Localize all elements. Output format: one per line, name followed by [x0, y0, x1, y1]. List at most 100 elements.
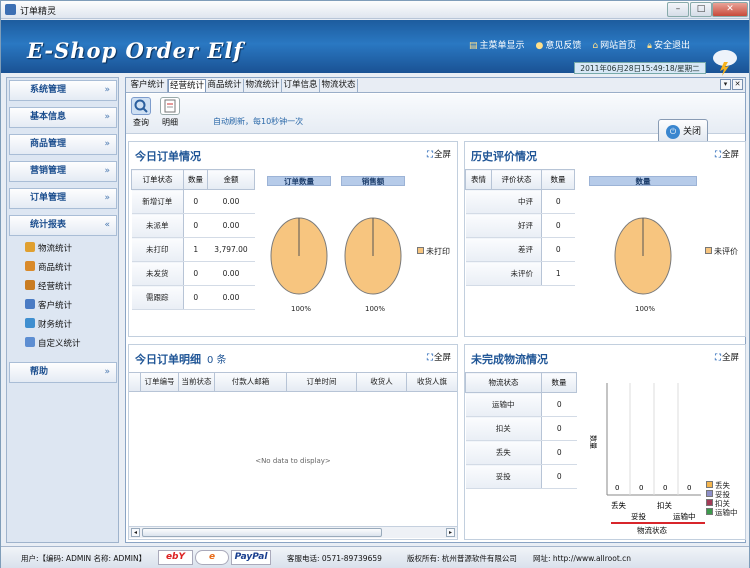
bar-value-label: 0 — [615, 484, 619, 492]
legend-swatch — [706, 499, 713, 506]
scroll-right-icon[interactable]: ▸ — [446, 528, 455, 537]
tab-business-stats[interactable]: 经营统计 — [168, 79, 206, 92]
column-header[interactable]: 收货人 — [357, 373, 407, 391]
chevron-up-icon: « — [104, 220, 110, 230]
column-header: 评价状态 — [491, 169, 542, 190]
table-row[interactable]: 扣关 0 — [465, 416, 577, 441]
sidebar-item-product-stats[interactable]: 商品统计 — [25, 261, 72, 275]
main-menu-link[interactable]: ▤ 主菜单显示 — [469, 38, 525, 51]
sidebar-item-customer-stats[interactable]: 客户统计 — [25, 299, 72, 313]
tab-product-stats[interactable]: 商品统计 — [206, 79, 244, 92]
sidebar-item-finance-stats[interactable]: 财务统计 — [25, 318, 72, 332]
sidebar-group-basic-info[interactable]: 基本信息» — [9, 107, 117, 128]
paypal-logo: PayPal — [231, 550, 271, 565]
tab-order-info[interactable]: 订单信息 — [282, 79, 320, 92]
column-header[interactable]: 订单时间 — [287, 373, 357, 391]
tab-logistics-stats[interactable]: 物流统计 — [244, 79, 282, 92]
column-header: 数量 — [541, 372, 577, 393]
column-header[interactable]: 收货人旗 — [407, 373, 457, 391]
magnifier-icon — [131, 97, 151, 115]
history-reviews-panel: 历史评价情况 ⛶全屏 表情 评价状态 数量 中评 0 好评 0 差评 0 未评价 1 数… — [464, 141, 746, 337]
sidebar-group-marketing[interactable]: 营销管理» — [9, 161, 117, 182]
status-bar: 用户:【编码: ADMIN 名称: ADMIN】 ebY e PayPal 客服… — [1, 546, 749, 568]
table-row[interactable]: 差评 0 — [465, 237, 575, 262]
table-row[interactable]: 运输中 0 — [465, 392, 577, 417]
legend-swatch — [706, 481, 713, 488]
minimize-button[interactable]: – — [667, 2, 689, 17]
legend-item: 扣关 — [706, 499, 738, 508]
header-banner: E-Shop Order Elf ▤ 主菜单显示 ● 意见反馈 ⌂ 网站首页 🔒︎ 安全… — [1, 20, 749, 76]
close-window-button[interactable]: ✕ — [712, 2, 748, 17]
chevron-down-icon: » — [104, 193, 110, 203]
datetime-display: 2011年06月28日15:49:18/星期二 — [574, 62, 706, 74]
scroll-thumb[interactable] — [142, 528, 382, 537]
table-row[interactable]: 需跟踪 0 0.00 — [131, 285, 255, 310]
lock-icon: 🔒︎ — [647, 41, 652, 51]
website-link[interactable]: 网址: http://www.allroot.cn — [533, 553, 631, 564]
legend-swatch — [706, 490, 713, 497]
support-phone: 客服电话: 0571-89739659 — [287, 554, 382, 563]
legend-item: 妥投 — [706, 490, 738, 499]
column-header: 金额 — [207, 169, 255, 190]
feedback-icon: ● — [535, 41, 544, 51]
table-row[interactable]: 中评 0 — [465, 189, 575, 214]
sidebar-group-products[interactable]: 商品管理» — [9, 134, 117, 155]
tab-menu-icon[interactable]: ▾ — [720, 79, 731, 90]
sales-pie-chart — [344, 217, 402, 295]
fullscreen-icon: ⛶ — [427, 353, 433, 363]
empty-message: <No data to display> — [255, 457, 331, 465]
x-tick-label: 妥投 — [631, 511, 646, 521]
tab-close-icon[interactable]: ✕ — [732, 79, 743, 90]
column-header: 订单状态 — [131, 169, 184, 190]
sidebar-group-reports[interactable]: 统计报表 « — [9, 215, 117, 236]
table-row[interactable]: 未评价 1 — [465, 261, 575, 286]
table-row[interactable]: 丢失 0 — [465, 440, 577, 465]
x-tick-label: 丢失 — [611, 500, 626, 510]
chevron-down-icon: » — [104, 139, 110, 149]
maximize-button[interactable]: □ — [690, 2, 712, 17]
feedback-link[interactable]: ● 意见反馈 — [536, 38, 582, 51]
column-header: 数量 — [183, 169, 208, 190]
pie-legend: 未评价 — [705, 246, 738, 257]
sidebar-item-logistics-stats[interactable]: 物流统计 — [25, 242, 72, 256]
table-row[interactable]: 妥投 0 — [465, 464, 577, 489]
legend-swatch — [705, 247, 712, 254]
sidebar-group-system[interactable]: 系统管理» — [9, 80, 117, 101]
fullscreen-button[interactable]: ⛶全屏 — [427, 351, 451, 363]
table-header: 物流状态 数量 — [465, 372, 577, 393]
table-row[interactable]: 好评 0 — [465, 213, 575, 238]
reviews-pie-chart — [614, 217, 672, 295]
horizontal-scrollbar[interactable]: ◂ ▸ — [129, 526, 457, 538]
fullscreen-button[interactable]: ⛶全屏 — [715, 351, 739, 363]
sidebar-item-business-stats[interactable]: 经营统计 — [25, 280, 72, 294]
x-tick-label: 运输中 — [673, 511, 696, 521]
fullscreen-button[interactable]: ⛶全屏 — [715, 148, 739, 160]
chart-icon — [25, 242, 35, 252]
table-row[interactable]: 新增订单 0 0.00 — [131, 189, 255, 214]
column-header[interactable]: 当前状态 — [179, 373, 215, 391]
user-info: 用户:【编码: ADMIN 名称: ADMIN】 — [21, 554, 147, 563]
bar-legend: 丢失 妥投 扣关 运输中 — [706, 481, 738, 517]
fullscreen-button[interactable]: ⛶全屏 — [427, 148, 451, 160]
table-row[interactable]: 未发货 0 0.00 — [131, 261, 255, 286]
detail-button[interactable]: 明细 — [159, 97, 181, 131]
query-button[interactable]: 查询 — [130, 97, 152, 131]
tab-logistics-status[interactable]: 物流状态 — [320, 79, 358, 92]
scroll-left-icon[interactable]: ◂ — [131, 528, 140, 537]
column-header[interactable]: 订单编号 — [141, 373, 179, 391]
pie-legend: 未打印 — [417, 246, 450, 257]
homepage-link[interactable]: ⌂ 网站首页 — [592, 38, 636, 51]
column-header[interactable]: 付款人邮箱 — [215, 373, 287, 391]
pie-pct-label: 100% — [291, 305, 312, 313]
sidebar-group-help[interactable]: 帮助» — [9, 362, 117, 383]
sidebar: 系统管理» 基本信息» 商品管理» 营销管理» 订单管理» 统计报表 « 物流统计… — [6, 77, 119, 543]
sidebar-group-orders[interactable]: 订单管理» — [9, 188, 117, 209]
table-row[interactable]: 未打印 1 3,797.00 — [131, 237, 255, 262]
sidebar-item-custom-stats[interactable]: 自定义统计 — [25, 337, 81, 351]
table-row[interactable]: 未派单 0 0.00 — [131, 213, 255, 238]
tab-customer-stats[interactable]: 客户统计 — [128, 79, 168, 92]
column-header: 数量 — [541, 169, 575, 190]
details-table-header: 订单编号 当前状态 付款人邮箱 订单时间 收货人 收货人旗 — [129, 372, 457, 392]
logout-link[interactable]: 🔒︎ 安全退出 — [647, 38, 690, 51]
top-links: ▤ 主菜单显示 ● 意见反馈 ⌂ 网站首页 🔒︎ 安全退出 — [469, 38, 690, 51]
